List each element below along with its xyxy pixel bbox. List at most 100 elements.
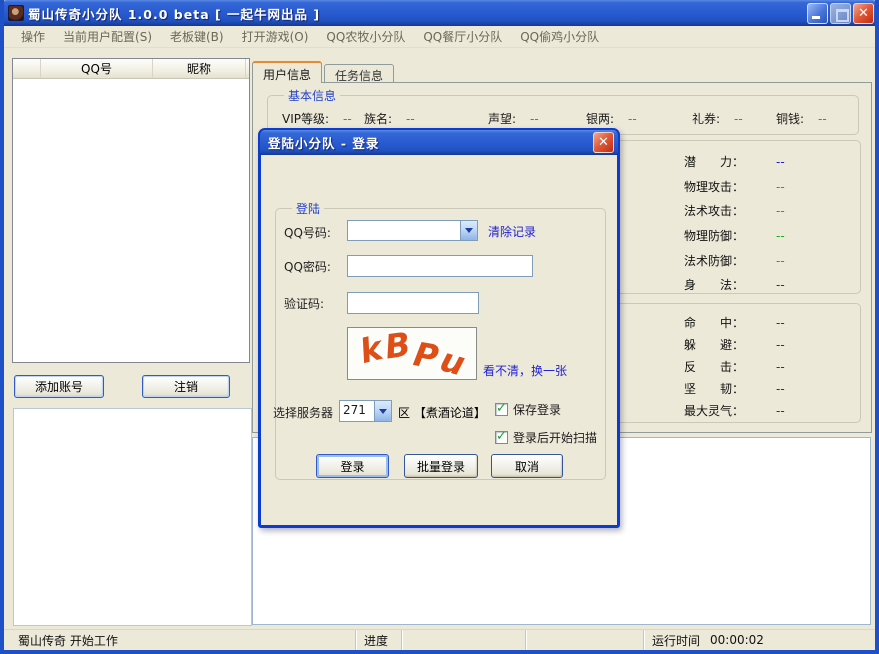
- app-icon: [8, 5, 24, 21]
- silver-value: --: [628, 112, 637, 126]
- runtime-value: 00:00:02: [710, 633, 764, 647]
- column-nickname[interactable]: 昵称: [153, 59, 246, 78]
- save-login-checkbox[interactable]: 保存登录: [495, 401, 561, 418]
- login-group-title: 登陆: [292, 200, 325, 217]
- coupon-value: --: [734, 112, 743, 126]
- column-qq-number[interactable]: QQ号: [41, 59, 153, 78]
- tab-row: 用户信息 任务信息: [252, 61, 396, 83]
- close-button[interactable]: [853, 2, 874, 24]
- hit-value: --: [776, 316, 785, 330]
- potential-value: --: [776, 155, 785, 169]
- menu-boss-key[interactable]: 老板键(B): [161, 26, 233, 47]
- maximize-button: [830, 2, 851, 24]
- agility-value: --: [776, 278, 785, 292]
- spare-pane: [526, 630, 644, 650]
- logout-button[interactable]: 注销: [142, 375, 230, 398]
- field-reputation: 声望: --: [488, 112, 539, 126]
- field-silver: 银两: --: [586, 112, 637, 126]
- menu-current-user-config[interactable]: 当前用户配置(S): [54, 26, 161, 47]
- titlebar: 蜀山传奇小分队 1.0.0 beta [ 一起牛网出品 ]: [4, 0, 875, 26]
- runtime-label: 运行时间: [652, 633, 701, 648]
- login-dialog-title: 登陆小分队 - 登录: [268, 136, 380, 151]
- stat-hit: 命 中： --: [684, 316, 785, 330]
- captcha-image[interactable]: k B P u: [347, 327, 477, 380]
- login-button[interactable]: 登录: [316, 454, 389, 478]
- max-aura-value: --: [776, 404, 785, 418]
- column-select: [13, 59, 41, 78]
- stat-magic-defense: 法术防御： --: [684, 254, 785, 268]
- runtime-pane: 运行时间 00:00:02: [644, 630, 875, 650]
- menu-qq-farm-team[interactable]: QQ农牧小分队: [317, 26, 414, 47]
- batch-login-button[interactable]: 批量登录: [404, 454, 478, 478]
- qq-password-label: QQ密码:: [284, 260, 331, 274]
- login-dialog: 登陆小分队 - 登录 登陆 QQ号码: 清除记录 QQ密码: 验证码: k B …: [258, 128, 620, 528]
- save-login-check-icon[interactable]: [495, 401, 508, 416]
- captcha-label: 验证码:: [284, 297, 325, 311]
- qq-number-combo[interactable]: [347, 220, 478, 241]
- tab-task-info[interactable]: 任务信息: [324, 64, 395, 83]
- magic-attack-value: --: [776, 204, 785, 218]
- magic-defense-value: --: [776, 254, 785, 268]
- login-dialog-body: 登陆 QQ号码: 清除记录 QQ密码: 验证码: k B P u 看不清，换一张…: [261, 155, 617, 524]
- stat-counter: 反 击： --: [684, 360, 785, 374]
- scan-after-login-checkbox[interactable]: 登录后开始扫描: [495, 429, 597, 446]
- dodge-value: --: [776, 338, 785, 352]
- stat-potential: 潜 力： --: [684, 155, 785, 169]
- clear-records-link[interactable]: 清除记录: [488, 223, 536, 240]
- reputation-value: --: [530, 112, 539, 126]
- minimize-button[interactable]: [807, 2, 828, 24]
- qq-number-label: QQ号码:: [284, 226, 331, 240]
- qq-number-dropdown-icon[interactable]: [460, 221, 477, 240]
- status-message: 蜀山传奇 开始工作: [4, 630, 356, 650]
- counter-value: --: [776, 360, 785, 374]
- menu-bar: 操作 当前用户配置(S) 老板键(B) 打开游戏(O) QQ农牧小分队 QQ餐厅…: [4, 26, 875, 48]
- clan-name-value: --: [406, 112, 415, 126]
- progress-pane: [402, 630, 526, 650]
- server-combo[interactable]: 271: [339, 400, 392, 422]
- qq-password-input[interactable]: [347, 255, 533, 277]
- vip-level-value: --: [343, 112, 352, 126]
- stat-magic-attack: 法术攻击： --: [684, 204, 785, 218]
- stat-toughness: 坚 韧： --: [684, 382, 785, 396]
- stat-max-aura: 最大灵气： --: [684, 404, 785, 418]
- account-list-header: QQ号 昵称: [13, 59, 249, 79]
- menu-operation[interactable]: 操作: [12, 26, 54, 47]
- stat-physical-attack: 物理攻击： --: [684, 180, 785, 194]
- server-value[interactable]: 271: [340, 401, 374, 421]
- server-dropdown-icon[interactable]: [374, 401, 391, 421]
- status-bar: 蜀山传奇 开始工作 进度 运行时间 00:00:02: [4, 629, 875, 650]
- refresh-captcha-link[interactable]: 看不清，换一张: [483, 362, 567, 379]
- account-list[interactable]: QQ号 昵称: [12, 58, 250, 363]
- toughness-value: --: [776, 382, 785, 396]
- app-window: 蜀山传奇小分队 1.0.0 beta [ 一起牛网出品 ] 操作 当前用户配置(…: [0, 0, 879, 654]
- stat-dodge: 躲 避： --: [684, 338, 785, 352]
- field-vip-level: VIP等级: --: [282, 112, 352, 126]
- left-info-panel: [13, 408, 252, 626]
- field-clan-name: 族名: --: [364, 112, 415, 126]
- physical-defense-value: --: [776, 229, 785, 243]
- captcha-input[interactable]: [347, 292, 479, 314]
- qq-number-value[interactable]: [348, 221, 460, 240]
- server-select-label: 选择服务器: [273, 406, 334, 420]
- scan-after-login-check-icon[interactable]: [495, 429, 508, 444]
- cancel-button[interactable]: 取消: [491, 454, 563, 478]
- menu-qq-restaurant-team[interactable]: QQ餐厅小分队: [414, 26, 511, 47]
- menu-open-game[interactable]: 打开游戏(O): [233, 26, 318, 47]
- server-name-text: 区 【煮酒论道】: [398, 406, 486, 420]
- login-dialog-close-button[interactable]: [593, 132, 614, 153]
- copper-value: --: [818, 112, 827, 126]
- tab-user-info[interactable]: 用户信息: [252, 61, 323, 83]
- stat-agility: 身 法： --: [684, 278, 785, 292]
- save-login-label: 保存登录: [513, 403, 562, 417]
- window-title: 蜀山传奇小分队 1.0.0 beta [ 一起牛网出品 ]: [28, 6, 321, 22]
- stat-physical-defense: 物理防御： --: [684, 229, 785, 243]
- menu-qq-chicken-team[interactable]: QQ偷鸡小分队: [511, 26, 608, 47]
- field-coupon: 礼券: --: [692, 112, 743, 126]
- field-copper: 铜钱: --: [776, 112, 827, 126]
- physical-attack-value: --: [776, 180, 785, 194]
- progress-label: 进度: [356, 630, 402, 650]
- login-dialog-titlebar: 登陆小分队 - 登录: [260, 130, 618, 155]
- basic-info-group-title: 基本信息: [284, 87, 341, 104]
- scan-after-login-label: 登录后开始扫描: [513, 431, 598, 445]
- add-account-button[interactable]: 添加账号: [14, 375, 104, 398]
